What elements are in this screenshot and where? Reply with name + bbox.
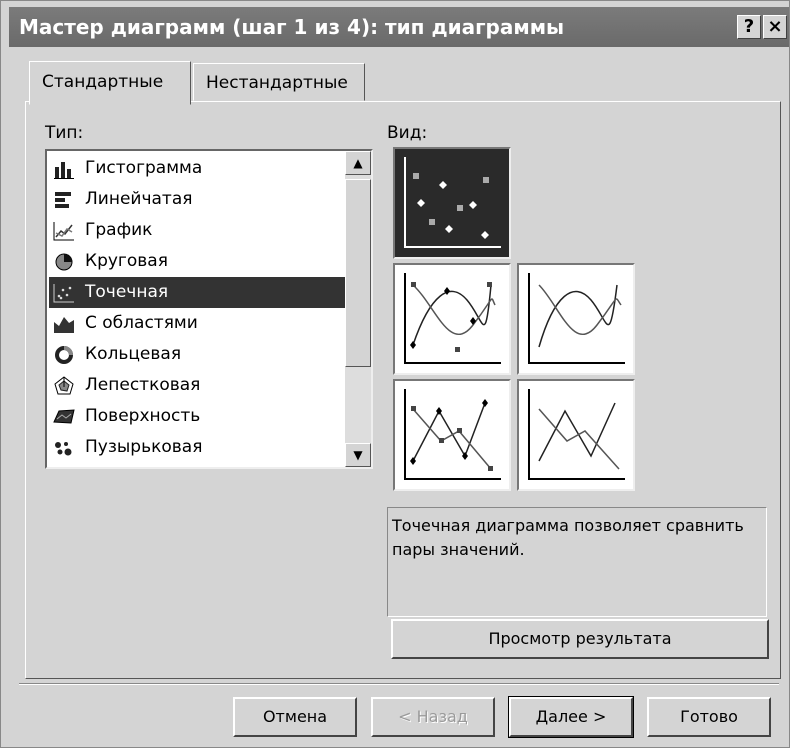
scatter-smooth-markers-icon [404, 273, 501, 364]
scroll-down-button[interactable]: ▼ [345, 443, 371, 467]
subtype-markers-only[interactable] [393, 147, 511, 259]
surface-chart-icon [53, 409, 75, 424]
preview-button[interactable]: Просмотр результата [391, 619, 769, 659]
list-item-radar[interactable]: Лепестковая [49, 370, 345, 401]
list-item-column[interactable]: Гистограмма [49, 153, 345, 184]
list-item-area[interactable]: С областями [49, 308, 345, 339]
scatter-smooth-lines-icon [528, 273, 625, 364]
list-scrollbar[interactable]: ▲ ▼ [345, 151, 371, 467]
subtype-lines-only[interactable] [517, 379, 635, 491]
help-button[interactable]: ? [737, 15, 761, 39]
list-item-doughnut[interactable]: Кольцевая [49, 339, 345, 370]
radar-chart-icon [54, 376, 74, 395]
list-item-label: Точечная [85, 282, 169, 302]
pie-chart-icon [55, 253, 73, 271]
list-item-line[interactable]: График [49, 215, 345, 246]
list-item-scatter[interactable]: Точечная [49, 277, 345, 308]
area-chart-icon [54, 317, 74, 333]
list-item-label: С областями [85, 313, 198, 333]
window-title: Мастер диаграмм (шаг 1 из 4): тип диагра… [19, 15, 565, 39]
title-bar: Мастер диаграмм (шаг 1 из 4): тип диагра… [9, 7, 789, 47]
subtype-smoothed-lines[interactable] [517, 263, 635, 375]
back-button[interactable]: < Назад [371, 697, 495, 737]
column-chart-icon [54, 162, 74, 179]
tab-custom[interactable]: Нестандартные [193, 63, 365, 101]
doughnut-chart-icon [55, 346, 73, 364]
chart-description: Точечная диаграмма позволяет сравнить па… [387, 507, 767, 617]
close-button[interactable]: × [763, 15, 787, 39]
subtype-lines-markers[interactable] [393, 379, 511, 491]
scroll-up-button[interactable]: ▲ [345, 151, 371, 175]
scatter-lines-markers-icon [404, 389, 501, 480]
chart-type-list[interactable]: Гистограмма Линейчатая График Круговая Т… [45, 149, 373, 469]
list-item-label: Гистограмма [85, 158, 203, 178]
bar-chart-icon [55, 192, 71, 208]
next-button[interactable]: Далее > [508, 696, 634, 738]
list-item-label: Пузырьковая [85, 437, 203, 457]
bubble-chart-icon [55, 442, 72, 456]
list-item-bubble[interactable]: Пузырьковая [49, 432, 345, 463]
subtype-smoothed-markers[interactable] [393, 263, 511, 375]
finish-button[interactable]: Готово [647, 697, 771, 737]
list-item-label: Поверхность [85, 406, 201, 426]
tab-standard[interactable]: Стандартные [29, 61, 191, 105]
scroll-thumb[interactable] [345, 179, 371, 367]
scatter-chart-icon [53, 284, 74, 303]
button-separator [19, 683, 779, 685]
list-item-label: Линейчатая [85, 189, 193, 209]
list-item-pie[interactable]: Круговая [49, 246, 345, 277]
scatter-lines-icon [528, 389, 625, 480]
type-label: Тип: [45, 123, 84, 143]
line-chart-icon [53, 222, 74, 241]
chart-wizard-dialog: Мастер диаграмм (шаг 1 из 4): тип диагра… [0, 0, 790, 748]
list-item-label: График [85, 220, 153, 240]
cancel-button[interactable]: Отмена [233, 697, 357, 737]
list-item-label: Круговая [85, 251, 168, 271]
list-item-bar[interactable]: Линейчатая [49, 184, 345, 215]
list-item-label: Кольцевая [85, 344, 182, 364]
view-label: Вид: [387, 123, 428, 143]
list-item-surface[interactable]: Поверхность [49, 401, 345, 432]
list-item-label: Лепестковая [85, 375, 201, 395]
scatter-markers-icon [404, 157, 501, 248]
